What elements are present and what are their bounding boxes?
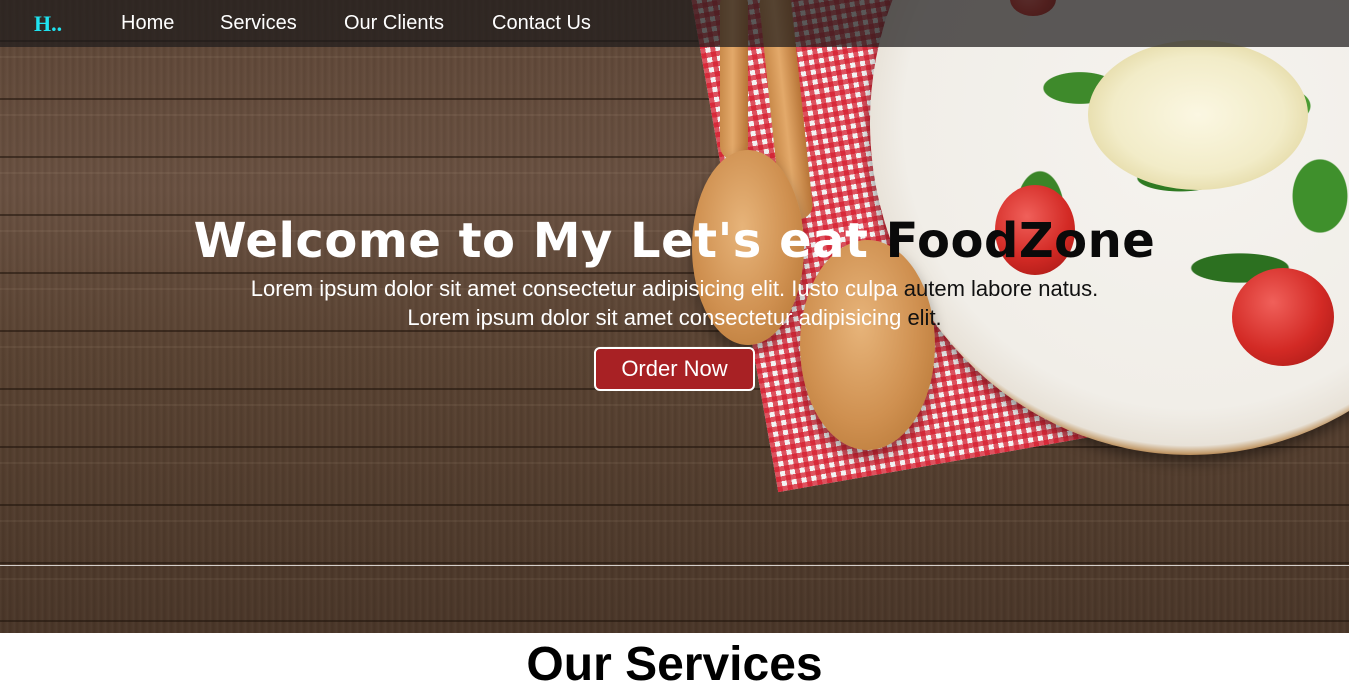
hero-section: Welcome to My Let's eat FoodZone Lorem i… (0, 0, 1349, 633)
wooden-spoon-image (800, 240, 935, 450)
hero-title-main: Welcome to My Let's eat (193, 213, 886, 269)
order-now-button[interactable]: Order Now (594, 347, 755, 391)
divider (0, 565, 1349, 566)
hero-text-part: autem labore natus. (903, 276, 1099, 301)
hero-text-part: Lorem ipsum dolor sit amet consectetur a… (250, 276, 904, 301)
nav-link-contact-us[interactable]: Contact Us (492, 12, 591, 35)
hero-title: Welcome to My Let's eat FoodZone (0, 213, 1349, 269)
nav-link-our-clients[interactable]: Our Clients (344, 12, 444, 35)
cheese-image (1088, 40, 1308, 190)
site-logo[interactable]: H.. (34, 11, 62, 37)
hero-title-accent: FoodZone (885, 213, 1156, 269)
hero-description-line: Lorem ipsum dolor sit amet consectetur a… (150, 274, 1199, 303)
hero-text-part: Lorem ipsum dolor sit amet consectetur a… (407, 305, 908, 330)
top-navbar: H.. Home Services Our Clients Contact Us (0, 0, 1349, 47)
hero-description-line: Lorem ipsum dolor sit amet consectetur a… (150, 303, 1199, 332)
hero-text-part: elit. (907, 305, 942, 330)
hero-description: Lorem ipsum dolor sit amet consectetur a… (150, 274, 1199, 332)
services-heading: Our Services (526, 638, 823, 691)
nav-link-home[interactable]: Home (121, 12, 174, 35)
nav-link-services[interactable]: Services (220, 12, 297, 35)
tomato-image (1232, 268, 1334, 366)
